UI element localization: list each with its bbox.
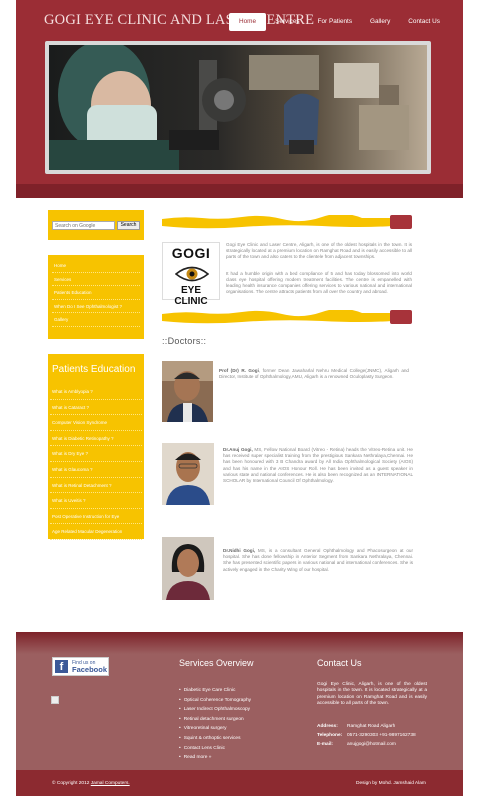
patients-education-title: Patients Education (52, 364, 136, 375)
address-value: Ramghat Road Aligarh (347, 724, 396, 729)
nav-home[interactable]: Home (229, 13, 267, 31)
hero-banner (45, 41, 431, 174)
doctor-photo-nidhi (162, 537, 214, 600)
doctor-name-nidhi: Dr.Nidhi Gogi, (223, 548, 256, 553)
broken-image-icon (51, 696, 59, 704)
sidebar-item-services[interactable]: Services (52, 273, 140, 286)
nav-gallery[interactable]: Gallery (361, 13, 399, 31)
brush-divider-bottom (162, 310, 412, 324)
pe-item-amblyopia[interactable]: What is Amblyopia ? (50, 384, 142, 400)
doctors-heading: ::Doctors:: (162, 336, 207, 346)
telephone-label: Telephone: (317, 733, 343, 738)
pe-item-retinal-detachment[interactable]: What is Retinal Detachment ? (50, 478, 142, 494)
sidebar-item-patients-education[interactable]: Patients Education (52, 286, 140, 300)
sidebar-item-gallery[interactable]: Gallery (52, 313, 140, 327)
service-item-contact-lens[interactable]: Contact Lens Clinic (179, 744, 251, 754)
main-nav: Home Services For Patients Gallery Conta… (229, 13, 449, 31)
search-button[interactable]: Search (117, 221, 140, 230)
nav-contact-us[interactable]: Contact Us (399, 13, 449, 31)
email-value[interactable]: anujgogi@hotmail.com (347, 742, 396, 747)
search-panel: Search (48, 210, 144, 240)
nav-for-patients[interactable]: For Patients (309, 13, 361, 31)
pe-item-glaucoma[interactable]: What is Glaucoma ? (50, 462, 142, 478)
site-footer: f Find us on Facebook Services Overview … (16, 632, 463, 796)
search-input[interactable] (52, 221, 115, 230)
doctor-bio-anuj: Dr.Anuj Gogi, MS, Fellow National Board … (223, 447, 413, 484)
site-header: GOGI EYE CLINIC AND LASER CENTRE Home Se… (16, 0, 463, 198)
patients-education-list: What is Amblyopia ? What is Cataract ? C… (50, 384, 142, 540)
telephone-value: 0571-3290303 +91-9897162738 (347, 733, 416, 738)
pe-item-computer-vision[interactable]: Computer Vision Syndrome (50, 415, 142, 431)
copyright-text: © Copyright 2012 Jamal Computers. (52, 781, 130, 786)
doctor-bio-nidhi: Dr.Nidhi Gogi, MS, is a consultant Gener… (223, 548, 413, 573)
facebook-badge[interactable]: f Find us on Facebook (52, 657, 109, 676)
doctor-photo-anuj (162, 443, 214, 505)
contact-description: Gogi Eye Clinic, Aligarh, is one of the … (317, 682, 427, 707)
facebook-label: Facebook (72, 665, 108, 674)
pe-item-macular-degeneration[interactable]: Age Related Macular Degeneration (50, 524, 142, 540)
about-paragraph-1: Gogi Eye Clinic and Laser Centre, Aligar… (226, 242, 412, 260)
logo-text-gogi: GOGI (171, 245, 211, 261)
patients-education-panel: Patients Education What is Amblyopia ? W… (48, 354, 144, 540)
clinic-logo: GOGI EYE CLINIC (162, 242, 220, 307)
contact-telephone: Telephone: 0571-3290303 +91-9897162738 (317, 733, 416, 738)
services-overview-heading: Services Overview (179, 658, 254, 668)
pe-item-diabetic-retinopathy[interactable]: What is Diabetic Retinopathy ? (50, 431, 142, 447)
address-label: Address: (317, 724, 338, 729)
facebook-icon: f (55, 660, 68, 673)
doctor-name-anuj: Dr.Anuj Gogi, (223, 447, 253, 452)
footer-top-band (16, 632, 463, 654)
copyright-prefix: © Copyright 2012 (52, 781, 90, 786)
hero-image (49, 45, 427, 170)
service-read-more-link[interactable]: Read more » (179, 753, 251, 763)
service-item-oct[interactable]: Optical Coherence Tomography (179, 696, 251, 706)
pe-item-dry-eye[interactable]: What is Dry Eye ? (50, 446, 142, 462)
service-item-vitreoretinal[interactable]: Vitreoretinal surgery (179, 724, 251, 734)
eye-icon (175, 266, 209, 282)
sidebar-item-home[interactable]: Home (52, 259, 140, 273)
brush-divider-top (162, 215, 412, 229)
sidebar-menu: Home Services Patients Education When Do… (48, 255, 144, 339)
services-list: Diabetic Eye Care Clinic Optical Coheren… (179, 686, 251, 763)
email-label: E-mail: (317, 742, 333, 747)
designer-credit: Design by Mohd. Jamshaid Alam (356, 781, 426, 786)
copyright-link[interactable]: Jamal Computers. (91, 781, 130, 786)
header-bottom-band (16, 184, 463, 198)
service-item-squint[interactable]: Squint & orthoptic services (179, 734, 251, 744)
doctor-desc-anuj: MS, Fellow National Board (Vitreo - Reti… (223, 447, 413, 484)
contact-address: Address: Ramghat Road Aligarh (317, 724, 395, 729)
logo-text-eye-clinic: EYE CLINIC (174, 285, 208, 307)
pe-item-uveitis[interactable]: What is Uveitis ? (50, 493, 142, 509)
sidebar-item-when-see-ophthalmologist[interactable]: When Do I See Ophthalmologist ? (52, 300, 140, 313)
pe-item-cataract[interactable]: What is Cataract ? (50, 400, 142, 416)
about-paragraph-2: It had a humble origin with a bed compli… (226, 271, 412, 295)
doctor-photo-rgogi (162, 361, 213, 422)
contact-email: E-mail: anujgogi@hotmail.com (317, 742, 396, 747)
doctor-bio-rgogi: Prof (Dr) R. Gogi, former Dean Jawaharla… (219, 368, 409, 380)
service-item-diabetic[interactable]: Diabetic Eye Care Clinic (179, 686, 251, 696)
nav-services[interactable]: Services (266, 13, 309, 31)
service-item-laser[interactable]: Laser Indirect Ophthalmoscopy (179, 705, 251, 715)
sidebar-menu-list: Home Services Patients Education When Do… (52, 259, 140, 327)
contact-us-heading: Contact Us (317, 658, 362, 668)
service-item-retinal[interactable]: Retinal detachment surgeon (179, 715, 251, 725)
doctor-name-rgogi: Prof (Dr) R. Gogi (219, 368, 259, 373)
footer-bottom-bar: © Copyright 2012 Jamal Computers. Design… (16, 770, 463, 796)
pe-item-post-operative[interactable]: Post Operative Instruction for Eye (50, 509, 142, 525)
